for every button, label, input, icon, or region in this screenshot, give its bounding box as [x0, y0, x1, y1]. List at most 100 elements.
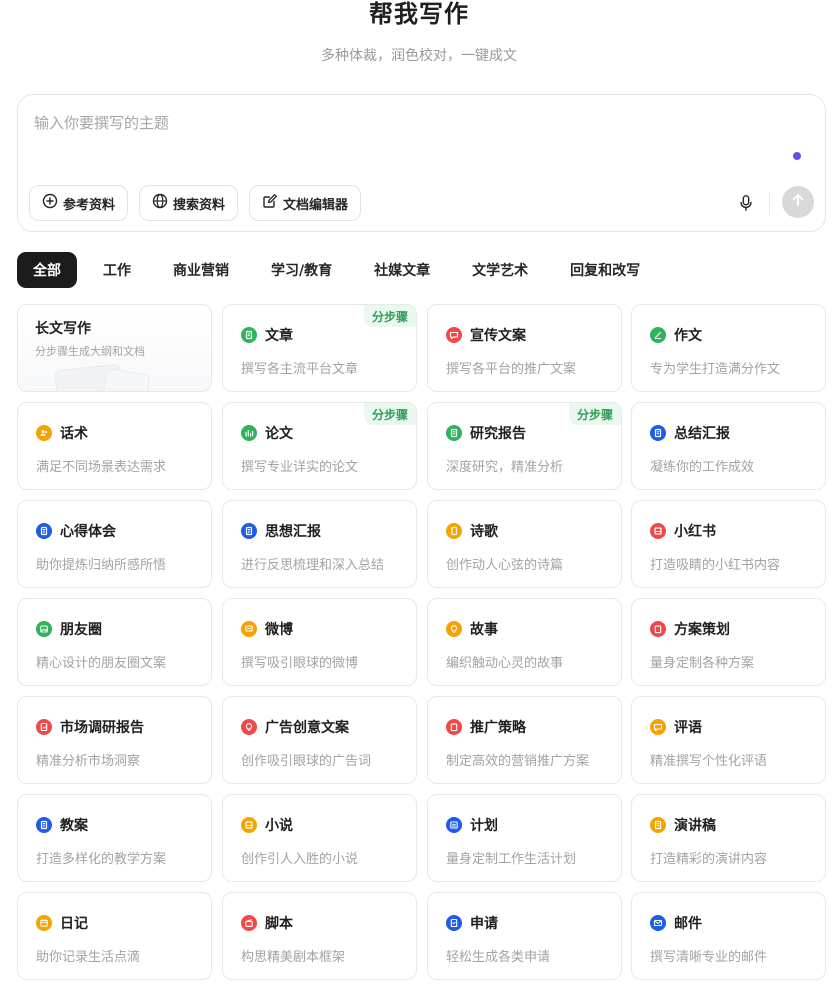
document-icon: [650, 817, 666, 833]
tab-3[interactable]: 学习/教育: [255, 252, 348, 288]
template-card[interactable]: 日记 助你记录生活点滴: [17, 892, 212, 980]
chat-bubble-icon: [650, 719, 666, 735]
step-by-step-badge: 分步骤: [568, 403, 621, 425]
tab-6[interactable]: 回复和改写: [554, 252, 656, 288]
card-description: 精准撰写个性化评语: [650, 754, 768, 769]
card-header: 小红书: [650, 521, 716, 541]
reference-materials-label: 参考资料: [63, 197, 116, 213]
search-materials-button[interactable]: 搜索资料: [139, 185, 239, 221]
card-description: 撰写吸引眼球的微博: [241, 656, 359, 671]
card-header: 评语: [650, 717, 702, 737]
card-header: 邮件: [650, 913, 702, 933]
topic-input[interactable]: [34, 111, 774, 135]
template-card[interactable]: 论文 撰写专业详实的论文 分步骤: [222, 402, 417, 490]
card-title: 脚本: [265, 916, 293, 932]
template-card[interactable]: 申请 轻松生成各类申请: [427, 892, 622, 980]
card-title: 教案: [60, 818, 88, 834]
card-title: 研究报告: [470, 426, 526, 442]
page-subtitle: 多种体裁，润色校对，一键成文: [321, 48, 517, 64]
template-card[interactable]: 推广策略 制定高效的营销推广方案: [427, 696, 622, 784]
card-description: 满足不同场景表达需求: [36, 460, 167, 475]
card-title: 微博: [265, 622, 293, 638]
template-card[interactable]: 作文 专为学生打造满分作文: [631, 304, 826, 392]
template-card[interactable]: 话术满足不同场景表达需求: [17, 402, 212, 490]
microphone-icon[interactable]: [734, 191, 758, 215]
clipboard-icon: [650, 621, 666, 637]
document-icon: [446, 425, 462, 441]
card-title: 广告创意文案: [265, 720, 349, 736]
template-card[interactable]: 总结汇报 凝练你的工作成效: [631, 402, 826, 490]
card-header: 总结汇报: [650, 423, 730, 443]
card-header: 心得体会: [36, 521, 116, 541]
card-header: 微博: [241, 619, 293, 639]
template-card[interactable]: 朋友圈 精心设计的朋友圈文案: [17, 598, 212, 686]
template-card[interactable]: 脚本 构思精美剧本框架: [222, 892, 417, 980]
card-header: 计划: [446, 815, 498, 835]
bar-chart-icon: [241, 425, 257, 441]
card-description: 深度研究，精准分析: [446, 460, 564, 475]
card-title: 文章: [265, 328, 293, 344]
template-card[interactable]: 心得体会 助你提炼归纳所感所悟: [17, 500, 212, 588]
tab-2[interactable]: 商业营销: [157, 252, 245, 288]
template-card[interactable]: 文章 撰写各主流平台文章 分步骤: [222, 304, 417, 392]
step-by-step-badge: 分步骤: [363, 305, 416, 327]
card-title: 方案策划: [674, 622, 730, 638]
mail-icon: [650, 915, 666, 931]
notebook-icon: [36, 523, 52, 539]
reference-materials-button[interactable]: 参考资料: [29, 185, 129, 221]
card-description: 撰写清晰专业的邮件: [650, 950, 768, 965]
calendar-icon: [36, 915, 52, 931]
book-icon: [650, 523, 666, 539]
template-card[interactable]: 研究报告深度研究，精准分析 分步骤: [427, 402, 622, 490]
template-card[interactable]: 教案 打造多样化的教学方案: [17, 794, 212, 882]
notebook-icon: [36, 817, 52, 833]
card-title: 作文: [674, 328, 702, 344]
card-title: 诗歌: [470, 524, 498, 540]
card-title: 朋友圈: [60, 622, 102, 638]
prompt-composer: 参考资料 搜索资料 文档编辑器: [17, 94, 826, 232]
card-title: 推广策略: [470, 720, 526, 736]
card-title: 小说: [265, 818, 293, 834]
card-description: 分步骤生成大纲和文档: [35, 345, 145, 358]
card-title: 话术: [60, 426, 88, 442]
card-header: 话术: [36, 423, 88, 443]
send-button[interactable]: [782, 186, 814, 218]
document-editor-button[interactable]: 文档编辑器: [249, 185, 362, 221]
category-tabs: 全部 工作 商业营销 学习/教育 社媒文章 文学艺术 回复和改写: [17, 252, 666, 288]
template-card[interactable]: 方案策划 量身定制各种方案: [631, 598, 826, 686]
card-description: 助你记录生活点滴: [36, 950, 141, 965]
pen-icon: [650, 327, 666, 343]
template-card[interactable]: 广告创意文案 创作吸引眼球的广告词: [222, 696, 417, 784]
card-header: 教案: [36, 815, 88, 835]
template-card[interactable]: 评语精准撰写个性化评语: [631, 696, 826, 784]
template-card[interactable]: 市场调研报告 精准分析市场洞察: [17, 696, 212, 784]
template-card[interactable]: 诗歌 创作动人心弦的诗篇: [427, 500, 622, 588]
card-header: 小说: [241, 815, 293, 835]
template-card[interactable]: 小红书 打造吸睛的小红书内容: [631, 500, 826, 588]
lightbulb-icon: [241, 719, 257, 735]
template-card[interactable]: 故事 编织触动心灵的故事: [427, 598, 622, 686]
tab-4[interactable]: 社媒文章: [358, 252, 446, 288]
tab-5[interactable]: 文学艺术: [456, 252, 544, 288]
card-description: 创作引人入胜的小说: [241, 852, 359, 867]
tab-0[interactable]: 全部: [17, 252, 77, 288]
card-header: 思想汇报: [241, 521, 321, 541]
template-card[interactable]: 计划量身定制工作生活计划: [427, 794, 622, 882]
card-title: 长文写作: [35, 321, 91, 337]
card-title: 思想汇报: [265, 524, 321, 540]
card-description: 量身定制工作生活计划: [446, 852, 577, 867]
template-card[interactable]: 宣传文案 撰写各平台的推广文案: [427, 304, 622, 392]
card-header: 诗歌: [446, 521, 498, 541]
card-description: 编织触动心灵的故事: [446, 656, 564, 671]
template-card[interactable]: 演讲稿 打造精彩的演讲内容: [631, 794, 826, 882]
card-title: 总结汇报: [674, 426, 730, 442]
template-card[interactable]: 小说创作引人入胜的小说: [222, 794, 417, 882]
template-card[interactable]: 思想汇报 进行反思梳理和深入总结: [222, 500, 417, 588]
template-card[interactable]: 微博撰写吸引眼球的微博: [222, 598, 417, 686]
clipboard-icon: [446, 719, 462, 735]
template-card[interactable]: 长文写作分步骤生成大纲和文档: [17, 304, 212, 392]
template-card[interactable]: 邮件撰写清晰专业的邮件: [631, 892, 826, 980]
step-by-step-badge: 分步骤: [363, 403, 416, 425]
tab-1[interactable]: 工作: [87, 252, 147, 288]
calendar-list-icon: [446, 817, 462, 833]
